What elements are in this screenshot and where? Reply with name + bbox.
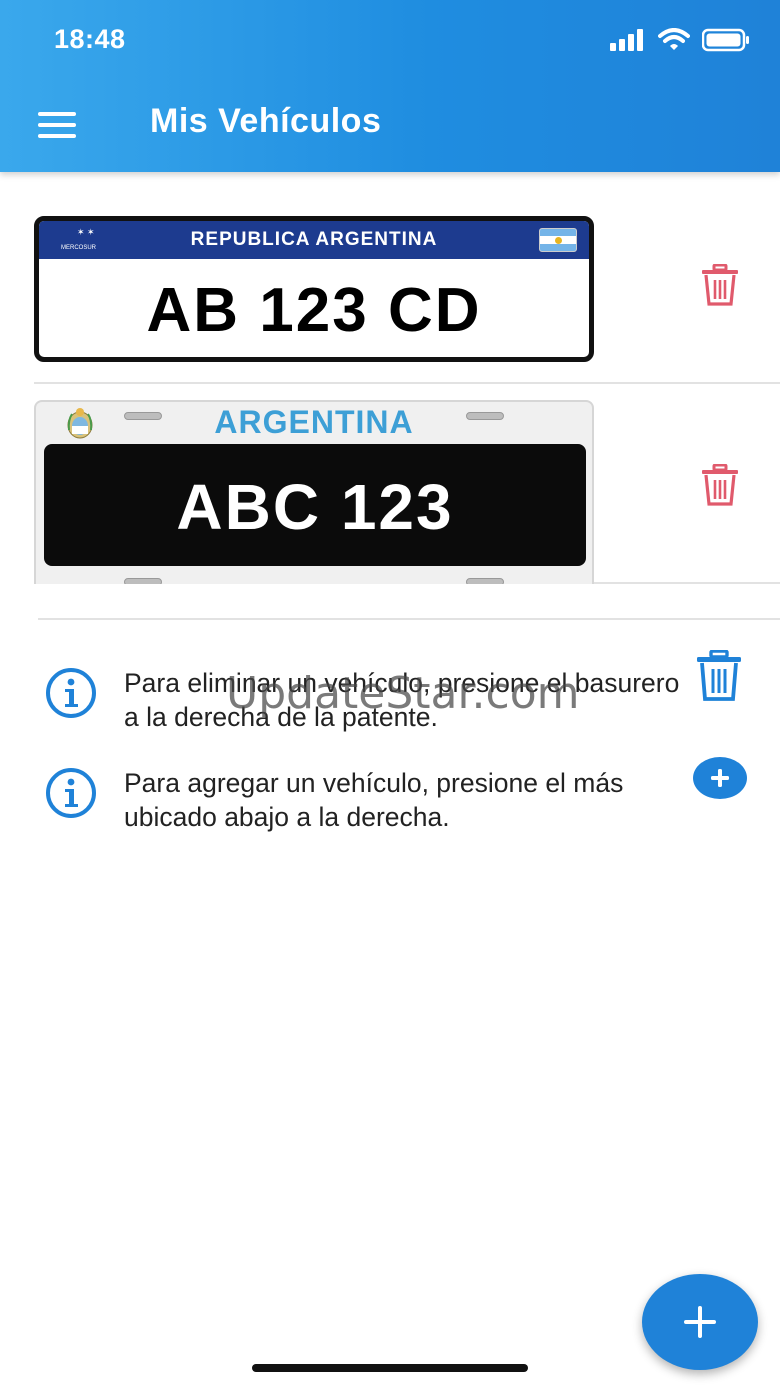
add-circle-icon — [693, 757, 747, 799]
page-title: Mis Vehículos — [150, 102, 382, 140]
info-add-hint: Para agregar un vehículo, presione el má… — [44, 748, 764, 838]
plate-header-text: REPUBLICA ARGENTINA — [190, 229, 438, 250]
info-delete-hint: Para eliminar un vehículo, presione el b… — [44, 646, 764, 736]
app-bar: 18:48 Mis Vehículos — [0, 0, 780, 172]
license-plate-old[interactable]: ARGENTINA ABC 123 — [34, 400, 594, 584]
plate-slot — [124, 578, 162, 584]
plate-header-text: ARGENTINA — [214, 404, 414, 440]
argentina-flag-icon — [539, 228, 577, 252]
plate-header-band: ✶ ✶ MERCOSUR REPUBLICA ARGENTINA — [39, 221, 589, 259]
vehicle-row[interactable]: ARGENTINA ABC 123 — [34, 384, 780, 584]
wifi-icon — [658, 28, 690, 50]
plate-slot — [466, 578, 504, 584]
trash-icon[interactable] — [700, 464, 740, 506]
trash-icon[interactable] — [700, 264, 740, 306]
menu-icon[interactable] — [38, 112, 76, 138]
status-time: 18:48 — [54, 24, 126, 54]
info-icon — [46, 768, 96, 818]
add-vehicle-fab[interactable] — [642, 1274, 758, 1370]
plate-number: ABC 123 — [176, 471, 454, 543]
signal-icon — [610, 29, 643, 51]
info-icon — [46, 668, 96, 718]
home-indicator[interactable] — [252, 1364, 528, 1372]
battery-icon — [702, 28, 749, 52]
status-icons — [610, 26, 750, 54]
info-text: Para agregar un vehículo, presione el má… — [124, 768, 624, 832]
vehicle-row[interactable]: ✶ ✶ MERCOSUR REPUBLICA ARGENTINA AB 123 … — [34, 192, 780, 384]
plate-black-panel: ABC 123 — [44, 444, 586, 566]
license-plate-mercosur[interactable]: ✶ ✶ MERCOSUR REPUBLICA ARGENTINA AB 123 … — [34, 216, 594, 362]
divider — [38, 618, 780, 620]
info-text: Para eliminar un vehículo, presione el b… — [124, 668, 680, 732]
trash-icon — [697, 650, 741, 701]
plate-number: AB 123 CD — [146, 276, 482, 345]
